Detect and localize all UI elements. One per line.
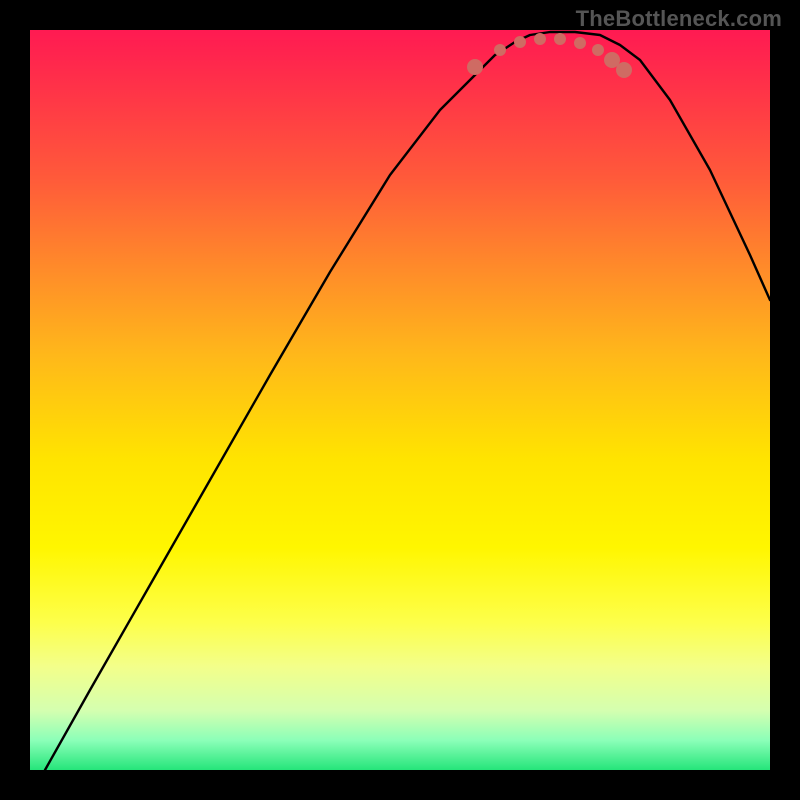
marker-point	[494, 44, 506, 56]
marker-point	[616, 62, 632, 78]
curve-svg	[30, 30, 770, 770]
marker-point	[554, 33, 566, 45]
marker-point	[592, 44, 604, 56]
plot-area	[30, 30, 770, 770]
watermark-text: TheBottleneck.com	[576, 6, 782, 32]
marker-point	[514, 36, 526, 48]
marker-point	[534, 33, 546, 45]
bottleneck-curve	[45, 32, 770, 770]
marker-point	[574, 37, 586, 49]
chart-frame: TheBottleneck.com	[0, 0, 800, 800]
marker-point	[467, 59, 483, 75]
